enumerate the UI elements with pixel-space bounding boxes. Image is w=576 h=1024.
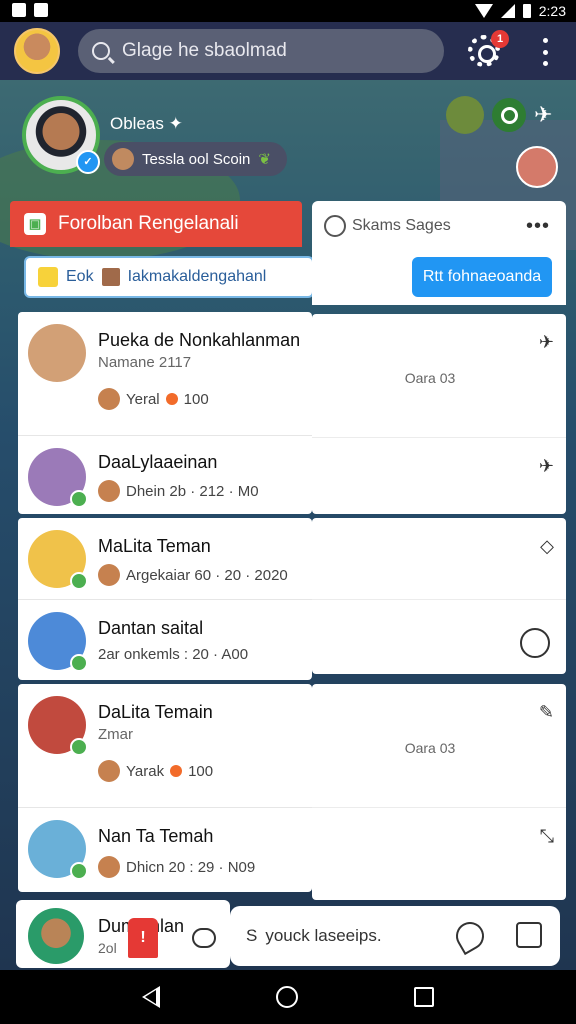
- status-time: 2:23: [538, 3, 566, 19]
- search-bar[interactable]: Glage he sbaolmad: [78, 29, 444, 73]
- friend-row[interactable]: DaLita Temain Zmar Yarak 100: [18, 684, 312, 808]
- online-icon: [70, 572, 88, 590]
- side-avatar[interactable]: [516, 146, 558, 188]
- recent-apps-icon[interactable]: [414, 987, 434, 1007]
- alert-icon[interactable]: !: [128, 918, 158, 958]
- bag-icon[interactable]: [516, 922, 542, 948]
- right-row[interactable]: ⤡: [312, 808, 566, 900]
- sub-tab[interactable]: Eok Iakmakaldengahanl: [24, 256, 314, 298]
- composer-prefix: S: [246, 926, 258, 945]
- friend-avatar: [28, 448, 88, 508]
- right-row[interactable]: ◇: [312, 518, 566, 600]
- coin-icon: [170, 765, 183, 777]
- notification-badge: 1: [491, 30, 509, 48]
- friend-avatar-small[interactable]: [446, 96, 484, 134]
- app-icon: [34, 3, 48, 17]
- online-icon: [70, 490, 88, 508]
- friend-avatar: [28, 820, 88, 880]
- status-chip[interactable]: Tessla ool Scoin ❦: [104, 142, 287, 176]
- panel-title: Skams Sages: [352, 217, 451, 234]
- camera-icon[interactable]: [192, 928, 216, 948]
- friend-avatar: [28, 530, 88, 590]
- right-row[interactable]: Oara 03 ✎: [312, 684, 566, 808]
- friend-row[interactable]: Dantan saital 2ar onkemls : 20 · A00: [18, 600, 312, 680]
- clock-icon: [324, 215, 346, 237]
- composer-input[interactable]: youck laseeips.: [265, 926, 381, 946]
- smile-icon[interactable]: [520, 628, 550, 658]
- wifi-icon: [474, 4, 493, 18]
- pin-icon[interactable]: ✈: [539, 456, 554, 477]
- my-avatar[interactable]: [14, 28, 60, 74]
- emoji-icon: [98, 388, 120, 410]
- right-row[interactable]: [312, 600, 566, 674]
- right-panel: ◇: [312, 518, 566, 674]
- friend-card: DaLita Temain Zmar Yarak 100 Nan Ta Tema…: [18, 684, 312, 892]
- friend-avatar: [28, 908, 84, 964]
- settings-gear-icon[interactable]: 1: [468, 30, 509, 67]
- friend-row[interactable]: DaaLylaaeinan Dhein 2b · 212 · M0: [18, 436, 312, 514]
- chat-icon[interactable]: [492, 98, 526, 132]
- emoji-icon: [98, 760, 120, 782]
- emoji-icon: [98, 856, 120, 878]
- friend-card: Pueka de Nonkahlanman Namane 2117 Yeral …: [18, 312, 312, 514]
- right-panel: Oara 03 ✈ ✈: [312, 314, 566, 514]
- emoji-icon: [98, 480, 120, 502]
- online-icon: [70, 862, 88, 880]
- friend-avatar: [28, 612, 88, 672]
- verified-icon: ✓: [76, 150, 100, 174]
- more-icon[interactable]: •••: [526, 215, 550, 238]
- back-icon[interactable]: [142, 986, 160, 1008]
- chip-avatar: [112, 148, 134, 170]
- plant-icon: ❦: [258, 151, 271, 168]
- home-icon[interactable]: [276, 986, 298, 1008]
- emoji-icon: [98, 564, 120, 586]
- online-icon: [70, 738, 88, 756]
- signal-icon: [500, 4, 515, 18]
- expand-icon[interactable]: ◇: [540, 536, 554, 557]
- online-icon: [70, 654, 88, 672]
- right-row[interactable]: Oara 03 ✈: [312, 314, 566, 438]
- friend-card: MaLita Teman Argekaiar 60 · 20 · 2020 Da…: [18, 518, 312, 680]
- tab-icon: ▣: [24, 213, 46, 235]
- sparkle-icon: ✦: [168, 114, 183, 133]
- tab-active[interactable]: ▣ Forolban Rengelanali: [10, 201, 302, 247]
- notification-icon: [12, 3, 26, 17]
- avatar-mini-icon: [101, 268, 120, 286]
- friend-avatar: [28, 324, 86, 382]
- battery-icon: [522, 4, 531, 18]
- collapse-icon[interactable]: ⤡: [540, 826, 554, 847]
- more-options-icon[interactable]: [538, 38, 552, 66]
- friend-avatar: [28, 696, 88, 756]
- friend-row[interactable]: Pueka de Nonkahlanman Namane 2117 Yeral …: [18, 312, 312, 436]
- right-row[interactable]: ✈: [312, 438, 566, 514]
- friend-list: Pueka de Nonkahlanman Namane 2117 Yeral …: [18, 312, 312, 900]
- bottom-friend-card[interactable]: Dumienlan 2ol !: [16, 900, 230, 968]
- panel-action-button[interactable]: Rtt fohnaeoanda: [412, 257, 552, 297]
- friend-row[interactable]: Nan Ta Temah Dhicn 20 : 29 · N09: [18, 808, 312, 892]
- profile-name: Obleas ✦: [110, 114, 183, 133]
- edit-icon[interactable]: ✎: [539, 702, 554, 723]
- app-bar: Glage he sbaolmad 1: [0, 22, 576, 80]
- search-text: Glage he sbaolmad: [122, 40, 287, 61]
- right-panel: Oara 03 ✎ ⤡: [312, 684, 566, 900]
- pin-icon[interactable]: ✈: [534, 102, 552, 128]
- message-composer[interactable]: S youck laseeips.: [230, 906, 560, 966]
- friend-row[interactable]: MaLita Teman Argekaiar 60 · 20 · 2020: [18, 518, 312, 600]
- pen-icon[interactable]: [450, 916, 490, 956]
- status-bar: 2:23: [0, 0, 576, 22]
- system-nav-bar: [0, 970, 576, 1024]
- folder-icon: [38, 267, 58, 287]
- pin-icon[interactable]: ✈: [539, 332, 554, 353]
- search-icon: [92, 42, 110, 60]
- coin-icon: [165, 393, 178, 405]
- stories-panel: Skams Sages ••• Rtt fohnaeoanda: [312, 201, 566, 305]
